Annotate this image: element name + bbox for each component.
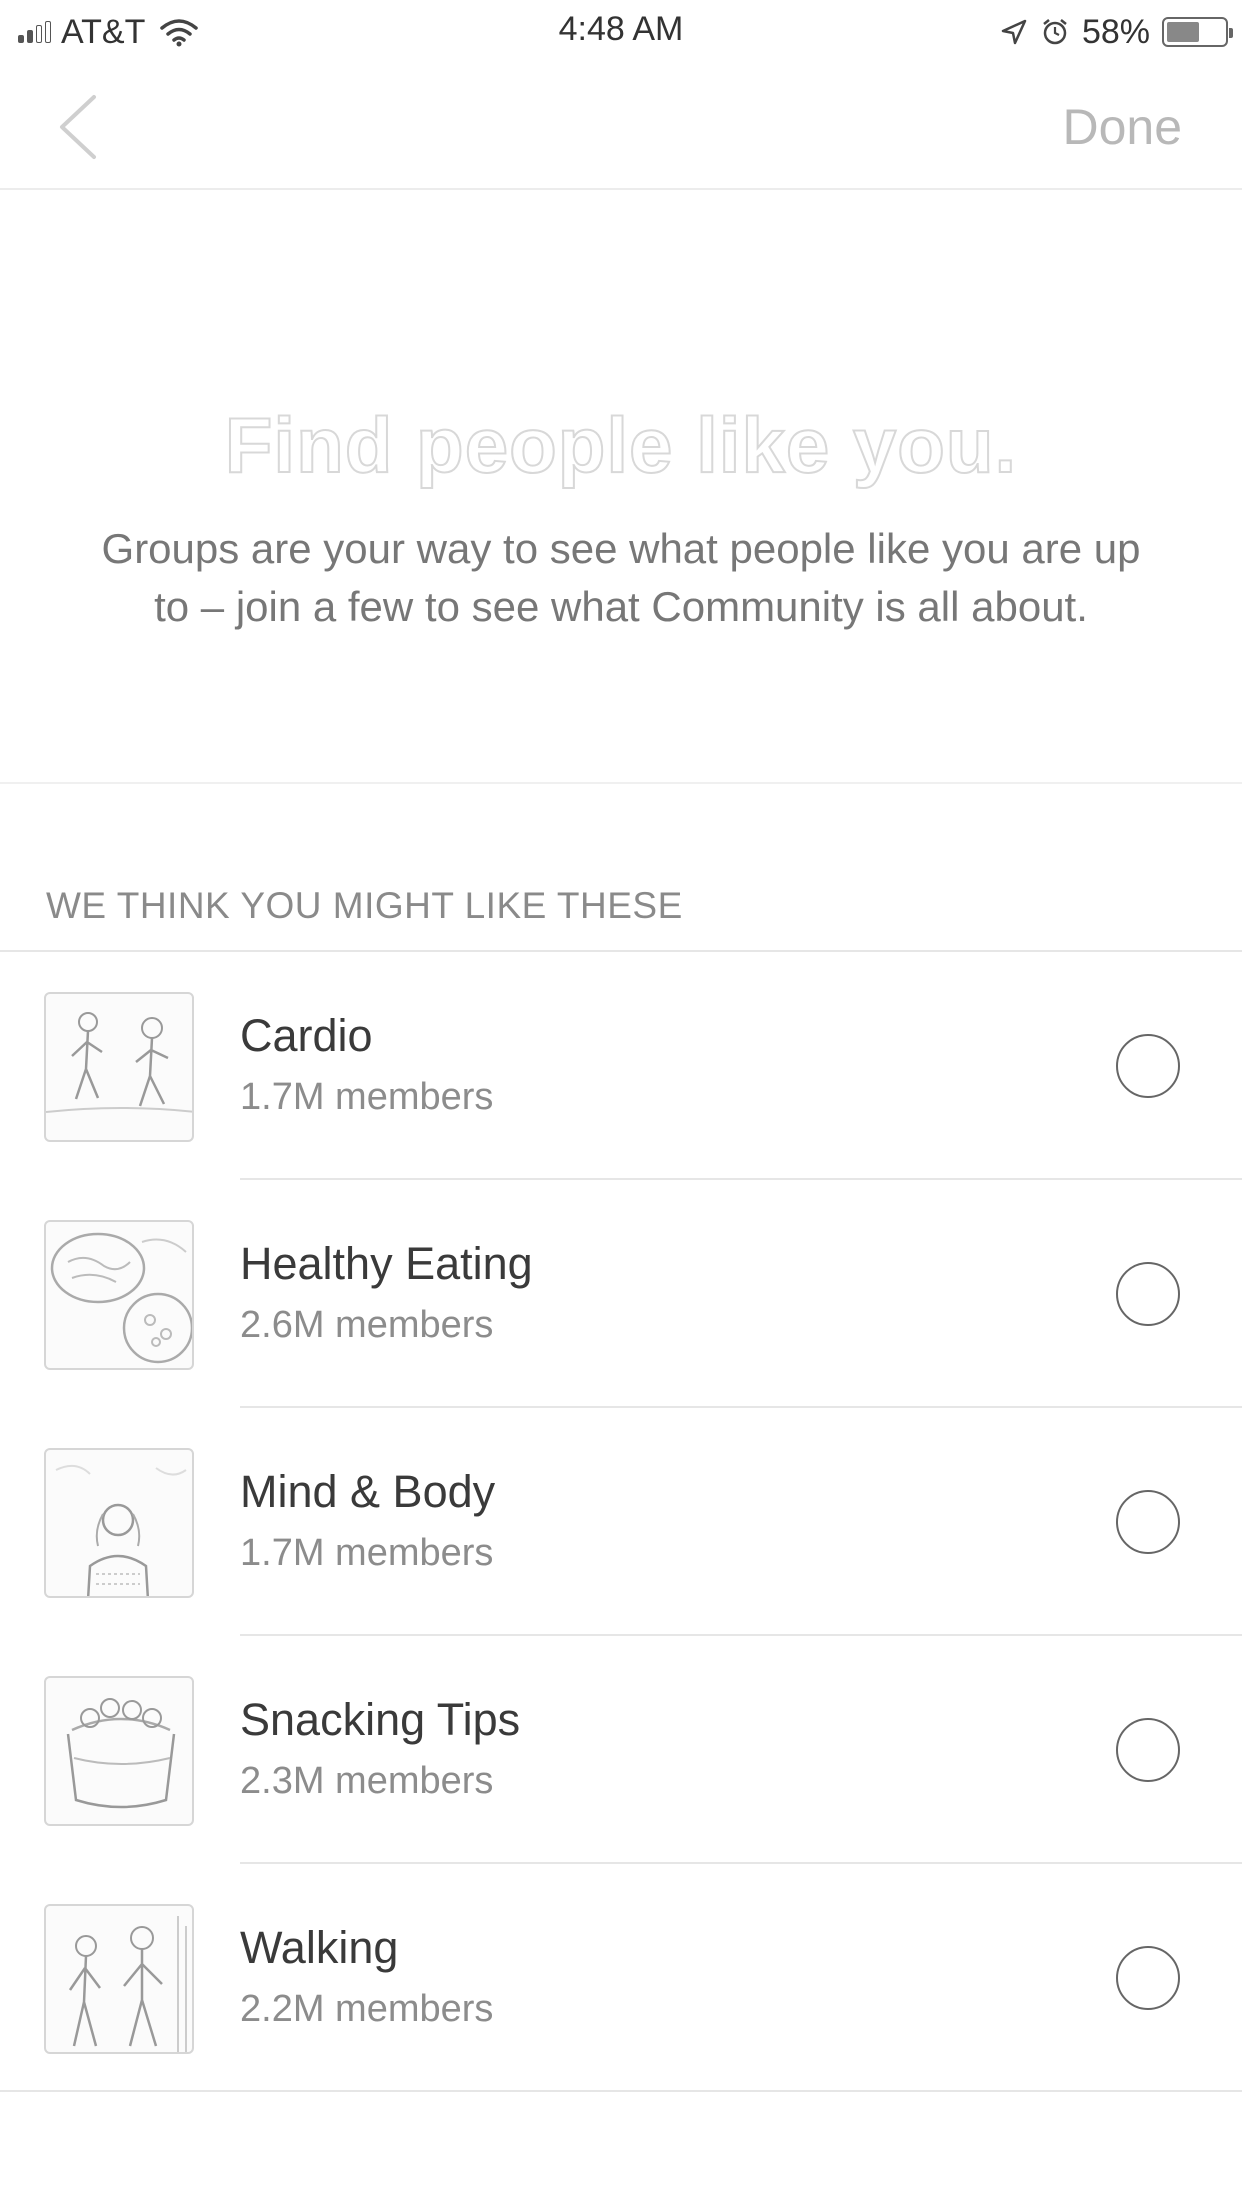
walking-thumbnail	[44, 1904, 194, 2054]
group-list: Cardio 1.7M members Healthy Eating 2.6M …	[0, 952, 1242, 2092]
group-member-count: 2.3M members	[240, 1760, 494, 1802]
group-member-count: 2.6M members	[240, 1304, 494, 1346]
group-name: Healthy Eating	[240, 1238, 533, 1289]
cardio-thumbnail	[44, 992, 194, 1142]
select-radio[interactable]	[1116, 1946, 1180, 2010]
status-right: 58%	[1000, 12, 1233, 52]
location-arrow-icon	[1001, 19, 1027, 45]
group-member-count: 2.2M members	[240, 1988, 494, 2030]
select-radio[interactable]	[1116, 1718, 1180, 1782]
chevron-left-icon	[60, 95, 96, 159]
group-member-count: 1.7M members	[240, 1532, 494, 1574]
back-button[interactable]	[52, 92, 112, 162]
group-row-walking[interactable]: Walking 2.2M members	[0, 1864, 1242, 2092]
alarm-icon	[1043, 19, 1067, 45]
page-title: Find people like you.	[224, 400, 1018, 490]
battery-fill	[1167, 22, 1199, 42]
section-header: WE THINK YOU MIGHT LIKE THESE	[46, 885, 683, 926]
group-member-count: 1.7M members	[240, 1076, 494, 1118]
done-button[interactable]: Done	[1062, 98, 1182, 156]
snacking-tips-thumbnail	[44, 1676, 194, 1826]
status-bar: AT&T 4:48 AM 58%	[0, 0, 1242, 62]
group-name: Walking	[240, 1922, 399, 1973]
page-subtitle: Groups are your way to see what people l…	[101, 525, 1141, 630]
group-name: Cardio	[240, 1010, 373, 1061]
group-row-cardio[interactable]: Cardio 1.7M members	[0, 952, 1242, 1180]
healthy-eating-thumbnail	[44, 1220, 194, 1370]
select-radio[interactable]	[1116, 1034, 1180, 1098]
row-divider	[0, 2090, 1242, 2092]
battery-icon	[1162, 17, 1233, 47]
intro-section: Find people like you. Groups are your wa…	[0, 190, 1242, 784]
select-radio[interactable]	[1116, 1262, 1180, 1326]
group-row-mind-body[interactable]: Mind & Body 1.7M members	[0, 1408, 1242, 1636]
mind-body-thumbnail	[44, 1448, 194, 1598]
battery-percent: 58%	[1081, 12, 1150, 51]
select-radio[interactable]	[1116, 1490, 1180, 1554]
nav-bar: Done	[0, 62, 1242, 190]
group-row-snacking-tips[interactable]: Snacking Tips 2.3M members	[0, 1636, 1242, 1864]
group-row-healthy-eating[interactable]: Healthy Eating 2.6M members	[0, 1180, 1242, 1408]
group-name: Snacking Tips	[240, 1694, 521, 1745]
group-name: Mind & Body	[240, 1466, 496, 1517]
